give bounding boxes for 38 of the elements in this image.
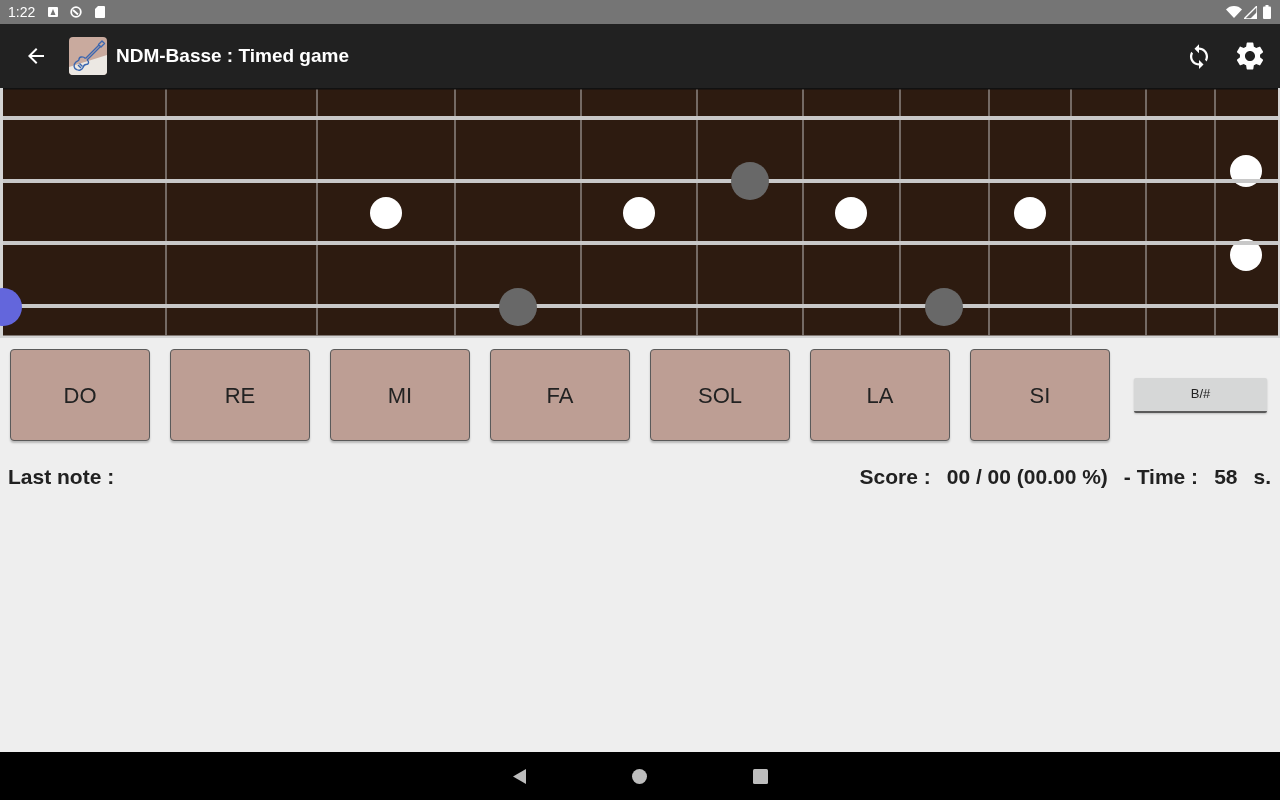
inlay-dot-icon xyxy=(1230,239,1262,271)
sd-card-icon xyxy=(95,6,106,18)
back-icon[interactable] xyxy=(512,768,526,784)
inlay-dot-icon xyxy=(835,197,867,229)
note-button[interactable]: MI xyxy=(330,349,470,441)
guitar-icon xyxy=(69,37,107,75)
note-button[interactable]: SOL xyxy=(650,349,790,441)
accidental-toggle-button[interactable]: B/# xyxy=(1134,377,1267,413)
time-value: 58 xyxy=(1214,464,1238,490)
note-button[interactable]: DO xyxy=(10,349,150,441)
note-marker-icon xyxy=(925,288,963,326)
note-button[interactable]: SI xyxy=(970,349,1110,441)
sync-icon[interactable] xyxy=(1188,43,1210,69)
back-arrow-icon[interactable] xyxy=(28,48,44,64)
status-time: 1:22 xyxy=(8,2,36,22)
score-value: 00 / 00 (00.00 %) xyxy=(946,464,1108,490)
home-icon[interactable] xyxy=(631,768,647,784)
inlay-dot-icon xyxy=(1014,197,1046,229)
inlay-dot-icon xyxy=(370,197,402,229)
time-unit: s. xyxy=(1253,464,1271,490)
signal-icon xyxy=(1244,5,1257,19)
note-button[interactable]: RE xyxy=(170,349,310,441)
note-marker-icon xyxy=(731,162,769,200)
notification-icon xyxy=(48,7,59,17)
note-button[interactable]: FA xyxy=(490,349,630,441)
note-button[interactable]: LA xyxy=(810,349,950,441)
app-title: NDM-Basse : Timed game xyxy=(116,43,349,68)
battery-icon xyxy=(1263,5,1271,19)
settings-icon[interactable] xyxy=(1236,42,1264,70)
circle-slash-icon xyxy=(70,6,83,18)
recents-icon[interactable] xyxy=(752,768,768,784)
score-label: Score : xyxy=(859,464,931,490)
wifi-icon xyxy=(1226,6,1242,18)
highlighted-note-icon xyxy=(0,288,22,326)
time-label: - Time : xyxy=(1123,464,1199,490)
inlay-dot-icon xyxy=(623,197,655,229)
last-note-label: Last note : xyxy=(8,464,115,490)
note-marker-icon xyxy=(499,288,537,326)
